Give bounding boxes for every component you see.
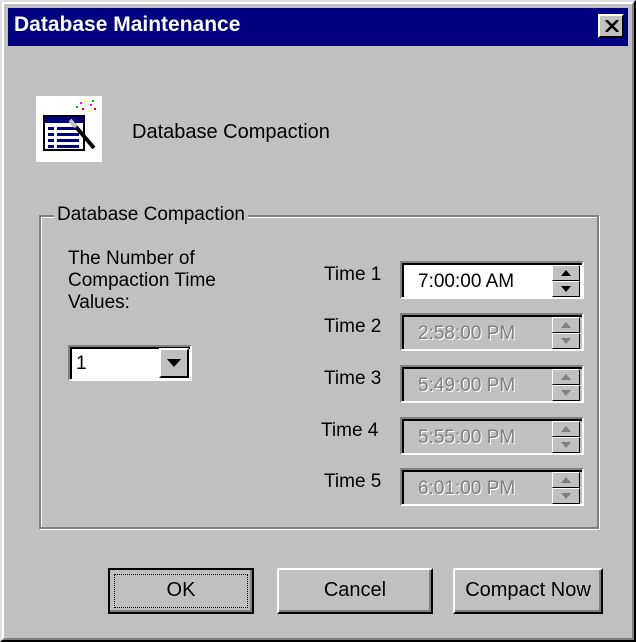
- time-4-value: 5:55:00 PM: [418, 427, 516, 448]
- time-5-label: Time 5: [324, 471, 382, 492]
- window-title: Database Maintenance: [14, 13, 241, 36]
- time-3-label: Time 3: [324, 368, 382, 389]
- chevron-down-icon: [167, 359, 181, 367]
- time-2-up-button[interactable]: [552, 317, 580, 333]
- time-1-up-button[interactable]: [552, 265, 580, 281]
- count-value: 1: [76, 353, 87, 374]
- group-legend: Database Compaction: [54, 204, 248, 226]
- time-2-label: Time 2: [324, 316, 382, 337]
- time-1-label: Time 1: [324, 264, 382, 285]
- close-icon: [605, 20, 619, 32]
- arrow-down-icon: [561, 390, 571, 396]
- time-1-down-button[interactable]: [552, 281, 580, 297]
- arrow-down-icon: [561, 442, 571, 448]
- time-5-up-button[interactable]: [552, 472, 580, 488]
- time-5-down-button[interactable]: [552, 488, 580, 504]
- arrow-down-icon: [561, 338, 571, 344]
- arrow-down-icon: [561, 286, 571, 292]
- time-4-up-button[interactable]: [552, 421, 580, 437]
- time-3-down-button[interactable]: [552, 385, 580, 401]
- count-label: The Number of Compaction Time Values:: [68, 248, 216, 313]
- header-label: Database Compaction: [132, 121, 330, 143]
- ok-button[interactable]: OK: [108, 568, 254, 614]
- time-3-up-button[interactable]: [552, 369, 580, 385]
- count-combobox[interactable]: 1: [68, 345, 192, 381]
- time-2-down-button[interactable]: [552, 333, 580, 349]
- time-1-value[interactable]: 7:00:00 AM: [418, 271, 514, 293]
- database-wizard-icon: [36, 96, 102, 162]
- count-dropdown-button[interactable]: [159, 348, 189, 378]
- time-3-spinner[interactable]: 5:49:00 PM: [400, 365, 584, 403]
- time-1-spinner[interactable]: 7:00:00 AM: [400, 261, 584, 299]
- arrow-up-icon: [561, 477, 571, 483]
- title-bar[interactable]: Database Maintenance: [8, 8, 628, 46]
- time-4-spinner[interactable]: 5:55:00 PM: [400, 417, 584, 455]
- compact-now-button[interactable]: Compact Now: [453, 568, 603, 614]
- database-maintenance-dialog: Database Maintenance Database Compaction…: [0, 0, 636, 642]
- close-button[interactable]: [598, 14, 624, 38]
- time-3-value: 5:49:00 PM: [418, 375, 516, 396]
- arrow-down-icon: [561, 493, 571, 499]
- time-2-spinner[interactable]: 2:58:00 PM: [400, 313, 584, 351]
- cancel-button[interactable]: Cancel: [277, 568, 433, 614]
- arrow-up-icon: [561, 426, 571, 432]
- time-2-value: 2:58:00 PM: [418, 323, 516, 344]
- arrow-up-icon: [561, 374, 571, 380]
- time-4-label: Time 4: [321, 420, 379, 441]
- time-5-spinner[interactable]: 6:01:00 PM: [400, 468, 584, 506]
- time-5-value: 6:01:00 PM: [418, 478, 516, 499]
- time-4-down-button[interactable]: [552, 437, 580, 453]
- arrow-up-icon: [561, 322, 571, 328]
- arrow-up-icon: [561, 270, 571, 276]
